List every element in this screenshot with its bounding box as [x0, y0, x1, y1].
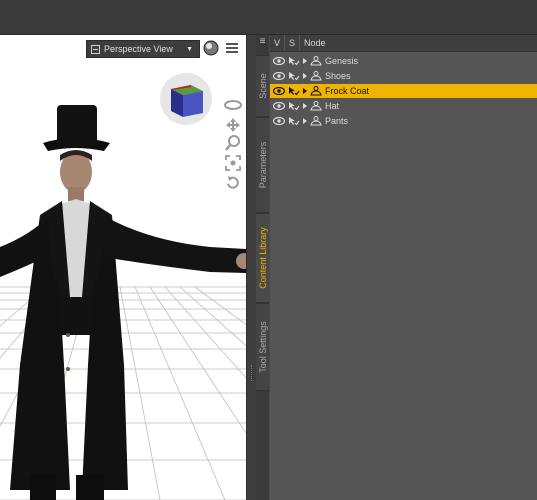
expand-arrow-icon[interactable] — [303, 88, 307, 94]
camera-view-label: Perspective View — [104, 44, 173, 54]
tab-scene[interactable]: Scene — [256, 55, 269, 117]
tab-label: Tool Settings — [257, 321, 268, 373]
scene-node-row[interactable]: Hat — [270, 99, 537, 113]
visible-column-header[interactable]: V — [274, 38, 280, 48]
eye-icon[interactable] — [272, 116, 286, 127]
expand-arrow-icon[interactable] — [303, 58, 307, 64]
expand-arrow-icon[interactable] — [303, 118, 307, 124]
select-arrow-icon[interactable] — [288, 71, 300, 83]
frame-icon[interactable] — [225, 155, 241, 171]
scene-node-row[interactable]: Frock Coat — [270, 84, 537, 98]
tab-content-library[interactable]: Content Library — [256, 213, 269, 303]
scene-pane: V S Node Genesis Shoes Frock Coat Hat Pants — [270, 35, 537, 500]
pane-tabs: Scene Parameters Content Library Tool Se… — [256, 35, 269, 500]
figure-icon — [310, 101, 322, 113]
pan-icon[interactable] — [225, 117, 241, 133]
eye-icon[interactable] — [272, 86, 286, 97]
eye-icon[interactable] — [272, 71, 286, 82]
eye-icon[interactable] — [272, 101, 286, 112]
scene-node-row[interactable]: Genesis — [270, 54, 537, 68]
chevron-down-icon: ▼ — [186, 45, 193, 53]
scene-header: V S Node — [270, 35, 537, 52]
camera-view-icon — [91, 44, 100, 54]
zoom-icon[interactable] — [225, 135, 241, 151]
3d-viewport[interactable]: Perspective View ▼ — [0, 35, 246, 500]
figure-icon — [310, 86, 322, 98]
node-label: Hat — [325, 101, 340, 111]
top-toolbar — [0, 0, 537, 35]
select-arrow-icon[interactable] — [288, 86, 300, 98]
orbit-icon[interactable] — [224, 97, 242, 111]
scene-node-row[interactable]: Shoes — [270, 69, 537, 83]
expand-arrow-icon[interactable] — [303, 73, 307, 79]
select-arrow-icon[interactable] — [288, 116, 300, 128]
node-label: Pants — [325, 116, 349, 126]
expand-arrow-icon[interactable] — [303, 103, 307, 109]
figure-icon — [310, 71, 322, 83]
panel-menu-icon[interactable] — [225, 41, 239, 55]
eye-icon[interactable] — [272, 56, 286, 67]
node-label: Shoes — [325, 71, 351, 81]
select-arrow-icon[interactable] — [288, 101, 300, 113]
scene-node-row[interactable]: Pants — [270, 114, 537, 128]
select-arrow-icon[interactable] — [288, 56, 300, 68]
figure-icon — [310, 116, 322, 128]
tab-parameters[interactable]: Parameters — [256, 117, 269, 213]
camera-view-dropdown[interactable]: Perspective View ▼ — [86, 40, 200, 58]
node-label: Frock Coat — [325, 86, 370, 96]
selectable-column-header[interactable]: S — [289, 38, 295, 48]
pane-menu-icon[interactable]: ≡ — [257, 36, 268, 48]
nav-cube-icon[interactable] — [165, 79, 207, 121]
sphere-icon[interactable] — [203, 40, 219, 56]
node-label: Genesis — [325, 56, 359, 66]
figure-icon — [310, 56, 322, 68]
tab-tool-settings[interactable]: Tool Settings — [256, 303, 269, 391]
reset-icon[interactable] — [225, 175, 241, 191]
tab-label: Scene — [257, 73, 268, 99]
node-column-header[interactable]: Node — [304, 38, 326, 48]
tab-label: Content Library — [257, 227, 268, 289]
tab-label: Parameters — [257, 141, 268, 189]
